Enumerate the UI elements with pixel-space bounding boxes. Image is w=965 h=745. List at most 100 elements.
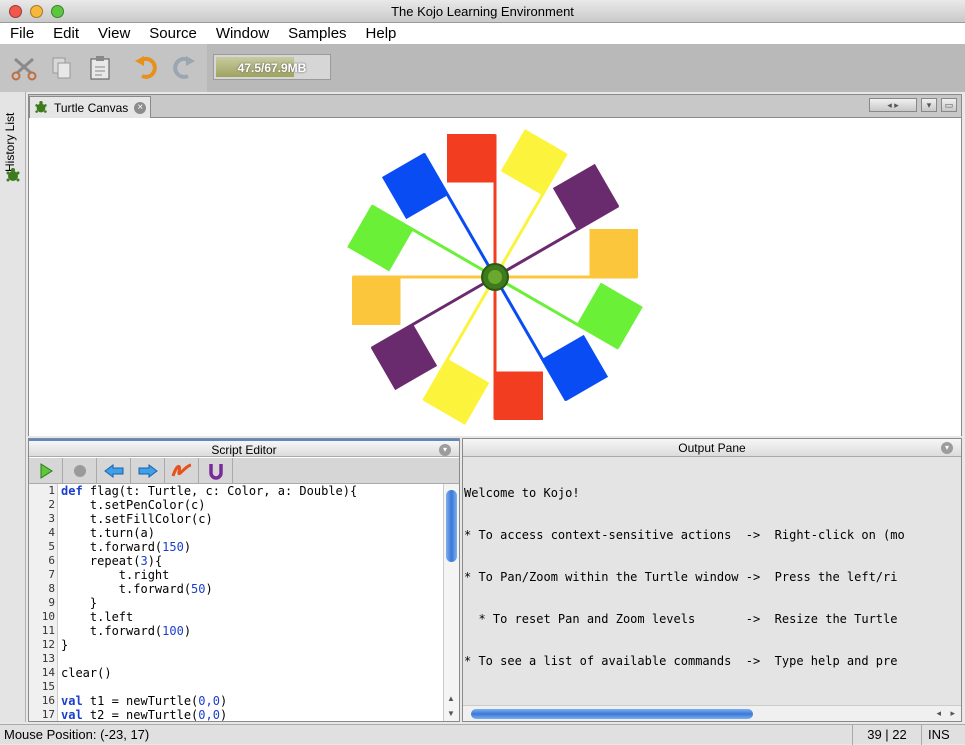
menu-source[interactable]: Source bbox=[149, 25, 197, 42]
code-line: 4 t.turn(a) bbox=[29, 526, 443, 540]
paste-button[interactable] bbox=[86, 54, 114, 82]
redo-button[interactable] bbox=[170, 54, 198, 82]
output-pane-title: Output Pane bbox=[678, 441, 746, 455]
code-line: 6 repeat(3){ bbox=[29, 554, 443, 568]
arrow-right-icon bbox=[138, 464, 158, 478]
close-window-button[interactable] bbox=[9, 5, 22, 18]
code-line: 13 bbox=[29, 652, 443, 666]
code-text: t.forward(50) bbox=[61, 582, 213, 596]
code-line: 14 clear() bbox=[29, 666, 443, 680]
code-text: val t2 = newTurtle(0,0) bbox=[61, 708, 228, 721]
stop-button[interactable] bbox=[63, 458, 97, 484]
menu-window[interactable]: Window bbox=[216, 25, 269, 42]
menu-view[interactable]: View bbox=[98, 25, 130, 42]
upload-button[interactable] bbox=[199, 458, 233, 484]
scroll-right-icon[interactable]: ▸ bbox=[950, 708, 955, 719]
output-line: Welcome to Kojo! bbox=[464, 486, 580, 500]
line-number: 14 bbox=[41, 666, 55, 679]
menu-edit[interactable]: Edit bbox=[53, 25, 79, 42]
script-editor-pane: Script Editor ▾ 1 def flag(t: Turtle, c: … bbox=[28, 438, 460, 722]
memory-indicator[interactable]: 47.5/67.9MB bbox=[213, 54, 331, 80]
output-pane-header: Output Pane ▾ bbox=[463, 439, 961, 457]
code-line: 17 val t2 = newTurtle(0,0) bbox=[29, 708, 443, 721]
minimize-window-button[interactable] bbox=[30, 5, 43, 18]
output-text[interactable]: Welcome to Kojo! * To access context-sen… bbox=[463, 458, 961, 706]
line-number: 4 bbox=[48, 526, 55, 539]
line-number: 13 bbox=[41, 652, 55, 665]
script-editor-header: Script Editor ▾ bbox=[29, 439, 459, 457]
tab-turtle-canvas[interactable]: Turtle Canvas × bbox=[29, 96, 151, 118]
flag-square bbox=[447, 134, 496, 183]
close-tab-icon[interactable]: × bbox=[134, 101, 147, 114]
scroll-down-icon[interactable]: ▼ bbox=[447, 709, 455, 718]
tab-list-dropdown-icon[interactable]: ▾ bbox=[921, 98, 937, 112]
insert-mode: INS bbox=[928, 727, 950, 742]
line-number: 6 bbox=[48, 554, 55, 567]
script-toolbar bbox=[29, 458, 459, 484]
flag-square bbox=[494, 371, 543, 420]
copy-icon bbox=[52, 57, 71, 79]
flag-square bbox=[347, 205, 414, 272]
menu-file[interactable]: File bbox=[10, 25, 34, 42]
code-editor[interactable]: 1 def flag(t: Turtle, c: Color, a: Double… bbox=[29, 484, 459, 721]
code-line: 8 t.forward(50) bbox=[29, 582, 443, 596]
code-text: t.left bbox=[61, 610, 134, 624]
maximize-icon[interactable]: ▭ bbox=[941, 98, 957, 112]
history-forward-button[interactable] bbox=[131, 458, 165, 484]
cut-button[interactable] bbox=[10, 54, 38, 82]
menu-samples[interactable]: Samples bbox=[288, 25, 346, 42]
flag-square bbox=[552, 163, 620, 231]
line-number: 2 bbox=[48, 498, 55, 511]
menu-bar: File Edit View Source Window Samples Hel… bbox=[0, 23, 965, 44]
line-number: 15 bbox=[41, 680, 55, 693]
history-back-button[interactable] bbox=[97, 458, 131, 484]
code-text: } bbox=[61, 596, 98, 610]
flag-square bbox=[352, 276, 401, 325]
copy-button[interactable] bbox=[48, 54, 76, 82]
flag-square bbox=[381, 152, 449, 220]
u-logo-icon bbox=[208, 464, 223, 480]
zoom-window-button[interactable] bbox=[51, 5, 64, 18]
script-editor-title: Script Editor bbox=[211, 443, 277, 457]
code-text: t.turn(a) bbox=[61, 526, 155, 540]
code-line: 2 t.setPenColor(c) bbox=[29, 498, 443, 512]
undo-button[interactable] bbox=[132, 54, 160, 82]
pane-options-icon[interactable]: ▾ bbox=[439, 444, 451, 456]
memory-usage-label: 47.5/67.9MB bbox=[237, 61, 307, 75]
scrollbar-thumb[interactable] bbox=[446, 490, 457, 562]
title-bar: The Kojo Learning Environment bbox=[0, 0, 965, 23]
code-line: 12} bbox=[29, 638, 443, 652]
pane-options-icon[interactable]: ▾ bbox=[941, 442, 953, 454]
flag-square bbox=[589, 229, 638, 278]
code-text: t.setFillColor(c) bbox=[61, 512, 213, 526]
flag-square bbox=[576, 282, 643, 349]
flag-square bbox=[541, 334, 609, 402]
output-horizontal-scrollbar[interactable]: ◂ ▸ bbox=[463, 705, 961, 721]
line-number: 16 bbox=[41, 694, 55, 707]
scroll-up-icon[interactable]: ▲ bbox=[447, 694, 455, 703]
line-number: 8 bbox=[48, 582, 55, 595]
line-number: 11 bbox=[41, 624, 55, 637]
line-number: 7 bbox=[48, 568, 55, 581]
history-list-tab[interactable]: History List bbox=[3, 102, 17, 172]
turtle-canvas[interactable] bbox=[29, 119, 961, 436]
history-sidebar: History List bbox=[0, 92, 26, 722]
code-text: t.right bbox=[61, 568, 170, 582]
scribble-icon bbox=[171, 463, 191, 477]
code-text: t.forward(100) bbox=[61, 624, 192, 638]
clear-editor-button[interactable] bbox=[165, 458, 199, 484]
tab-scroll-buttons[interactable]: ◂ ▸ bbox=[869, 98, 917, 112]
scrollbar-thumb[interactable] bbox=[471, 709, 753, 719]
status-bar: Mouse Position: (-23, 17) 39 | 22 INS bbox=[0, 724, 965, 745]
line-number: 17 bbox=[41, 708, 55, 721]
code-line: 10 t.left bbox=[29, 610, 443, 624]
play-icon bbox=[40, 463, 53, 479]
editor-vertical-scrollbar[interactable]: ▲ ▼ bbox=[443, 484, 459, 721]
code-text: t.setPenColor(c) bbox=[61, 498, 206, 512]
scroll-left-icon[interactable]: ◂ bbox=[936, 708, 941, 719]
output-pane: Output Pane ▾ Welcome to Kojo! * To acce… bbox=[462, 438, 962, 722]
code-line: 7 t.right bbox=[29, 568, 443, 582]
menu-help[interactable]: Help bbox=[366, 25, 397, 42]
code-line: 5 t.forward(150) bbox=[29, 540, 443, 554]
run-button[interactable] bbox=[29, 458, 63, 484]
